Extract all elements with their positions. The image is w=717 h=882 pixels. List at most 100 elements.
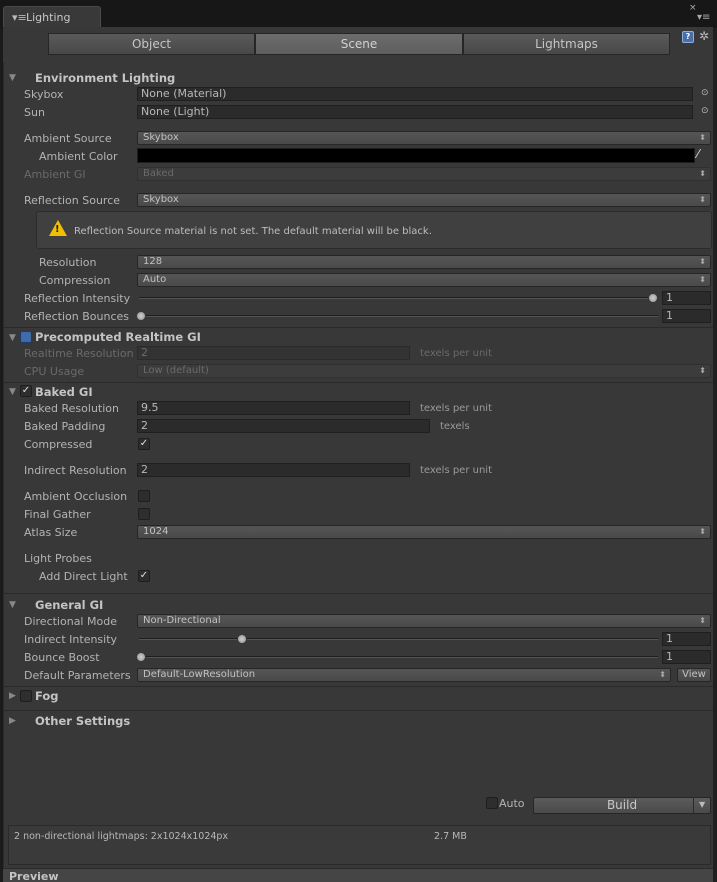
dropdown-value: Baked bbox=[143, 168, 174, 179]
ambient-color-label: Ambient Color bbox=[39, 150, 118, 163]
section-divider bbox=[3, 593, 713, 594]
directional-mode-dropdown[interactable]: Non-Directional ⬍ bbox=[137, 614, 711, 628]
fold-closed-icon[interactable]: ▶ bbox=[9, 716, 16, 726]
dropdown-arrow-icon: ⬍ bbox=[699, 366, 706, 375]
dropdown-arrow-icon: ⬍ bbox=[699, 275, 706, 284]
bounce-boost-field[interactable]: 1 bbox=[662, 650, 711, 664]
indirect-resolution-field[interactable]: 2 bbox=[137, 463, 410, 477]
tab-scene[interactable]: Scene bbox=[255, 33, 463, 55]
bounce-boost-slider-track[interactable] bbox=[139, 656, 658, 658]
bounce-boost-slider-thumb[interactable] bbox=[136, 652, 146, 662]
ambient-gi-label: Ambient GI bbox=[24, 168, 86, 181]
compressed-label: Compressed bbox=[24, 438, 93, 451]
compressed-checkbox[interactable]: ✓ bbox=[138, 438, 150, 450]
fog-checkbox[interactable] bbox=[20, 690, 32, 702]
default-parameters-dropdown[interactable]: Default-LowResolution ⬍ bbox=[137, 668, 671, 682]
help-icon[interactable]: ? bbox=[682, 31, 694, 43]
window-tab-label: Lighting bbox=[26, 11, 71, 24]
gear-icon[interactable]: ✲ bbox=[699, 29, 709, 43]
indirect-intensity-field[interactable]: 1 bbox=[662, 632, 711, 646]
baked-padding-field[interactable]: 2 bbox=[137, 419, 430, 433]
reflection-source-dropdown[interactable]: Skybox ⬍ bbox=[137, 193, 711, 207]
ambient-color-swatch[interactable] bbox=[137, 148, 695, 163]
dropdown-arrow-icon: ⬍ bbox=[699, 195, 706, 204]
baked-resolution-unit: texels per unit bbox=[420, 403, 492, 414]
sun-field[interactable]: None (Light) bbox=[137, 105, 693, 119]
tab-lightmaps[interactable]: Lightmaps bbox=[463, 33, 670, 55]
close-icon[interactable]: × bbox=[689, 3, 697, 13]
section-title-environment[interactable]: Environment Lighting bbox=[35, 71, 175, 85]
reflection-intensity-slider-track[interactable] bbox=[139, 297, 658, 299]
reflection-bounces-slider-track[interactable] bbox=[139, 315, 658, 317]
add-direct-light-checkbox[interactable]: ✓ bbox=[138, 570, 150, 582]
final-gather-checkbox[interactable] bbox=[138, 508, 150, 520]
dropdown-arrow-icon: ⬍ bbox=[699, 133, 706, 142]
ambient-gi-dropdown: Baked ⬍ bbox=[137, 167, 711, 181]
dropdown-arrow-icon: ⬍ bbox=[699, 616, 706, 625]
ambient-source-label: Ambient Source bbox=[24, 132, 112, 145]
dropdown-value: Default-LowResolution bbox=[143, 669, 256, 680]
atlas-size-dropdown[interactable]: 1024 ⬍ bbox=[137, 525, 711, 539]
baked-padding-unit: texels bbox=[440, 421, 470, 432]
dropdown-arrow-icon: ⬍ bbox=[699, 527, 706, 536]
window-tab-lighting[interactable]: ▾≡ Lighting bbox=[3, 6, 101, 28]
section-title-realtime-gi[interactable]: Precomputed Realtime GI bbox=[35, 330, 201, 344]
dropdown-arrow-icon: ⬍ bbox=[699, 169, 706, 178]
baked-padding-label: Baked Padding bbox=[24, 420, 106, 433]
reflection-bounces-field[interactable]: 1 bbox=[662, 309, 711, 323]
ambient-occlusion-label: Ambient Occlusion bbox=[24, 490, 128, 503]
dropdown-value: 128 bbox=[143, 256, 163, 267]
view-button[interactable]: View bbox=[677, 668, 711, 682]
reflection-intensity-slider-thumb[interactable] bbox=[648, 293, 658, 303]
fold-open-icon[interactable]: ▼ bbox=[9, 333, 16, 343]
dropdown-value: Skybox bbox=[143, 194, 179, 205]
section-divider bbox=[3, 686, 713, 687]
indirect-intensity-slider-track[interactable] bbox=[139, 638, 658, 640]
fold-open-icon[interactable]: ▼ bbox=[9, 387, 16, 397]
fold-closed-icon[interactable]: ▶ bbox=[9, 691, 16, 701]
bounce-boost-label: Bounce Boost bbox=[24, 651, 100, 664]
preview-label[interactable]: Preview bbox=[9, 870, 59, 882]
baked-resolution-label: Baked Resolution bbox=[24, 402, 119, 415]
reflection-intensity-field[interactable]: 1 bbox=[662, 291, 711, 305]
indirect-intensity-label: Indirect Intensity bbox=[24, 633, 118, 646]
baked-resolution-field[interactable]: 9.5 bbox=[137, 401, 410, 415]
window-menu-icon[interactable]: ▾≡ bbox=[697, 12, 710, 23]
section-divider bbox=[3, 327, 713, 328]
skybox-label: Skybox bbox=[24, 88, 64, 101]
auto-checkbox[interactable] bbox=[486, 797, 498, 809]
dropdown-value: Non-Directional bbox=[143, 615, 221, 626]
reflection-bounces-slider-thumb[interactable] bbox=[136, 311, 146, 321]
section-title-other-settings[interactable]: Other Settings bbox=[35, 714, 130, 728]
object-picker-icon[interactable]: ⊙ bbox=[701, 106, 709, 116]
realtime-resolution-field: 2 bbox=[137, 346, 410, 360]
window-titlebar bbox=[0, 0, 717, 28]
section-divider bbox=[3, 710, 713, 711]
build-button[interactable]: Build bbox=[533, 797, 711, 814]
resolution-dropdown[interactable]: 128 ⬍ bbox=[137, 255, 711, 269]
dropdown-value: Skybox bbox=[143, 132, 179, 143]
section-title-fog[interactable]: Fog bbox=[35, 689, 59, 703]
cpu-usage-label: CPU Usage bbox=[24, 365, 85, 378]
fold-open-icon[interactable]: ▼ bbox=[9, 73, 16, 83]
light-probes-label: Light Probes bbox=[24, 552, 92, 565]
compression-dropdown[interactable]: Auto ⬍ bbox=[137, 273, 711, 287]
object-picker-icon[interactable]: ⊙ bbox=[701, 88, 709, 98]
preview-bar[interactable] bbox=[3, 868, 713, 882]
eyedropper-icon[interactable]: ⁄ bbox=[697, 147, 699, 161]
section-divider bbox=[3, 382, 713, 383]
section-title-general-gi[interactable]: General GI bbox=[35, 598, 103, 612]
indirect-intensity-slider-thumb[interactable] bbox=[237, 634, 247, 644]
chevron-down-icon[interactable]: ▼ bbox=[699, 800, 705, 809]
realtime-gi-checkbox[interactable] bbox=[20, 331, 32, 343]
section-title-baked-gi[interactable]: Baked GI bbox=[35, 385, 93, 399]
ambient-source-dropdown[interactable]: Skybox ⬍ bbox=[137, 131, 711, 145]
tab-object[interactable]: Object bbox=[48, 33, 255, 55]
indirect-resolution-unit: texels per unit bbox=[420, 465, 492, 476]
skybox-field[interactable]: None (Material) bbox=[137, 87, 693, 101]
realtime-resolution-unit: texels per unit bbox=[420, 348, 492, 359]
ambient-occlusion-checkbox[interactable] bbox=[138, 490, 150, 502]
baked-gi-checkbox[interactable]: ✓ bbox=[20, 385, 32, 397]
sun-label: Sun bbox=[24, 106, 45, 119]
fold-open-icon[interactable]: ▼ bbox=[9, 600, 16, 610]
